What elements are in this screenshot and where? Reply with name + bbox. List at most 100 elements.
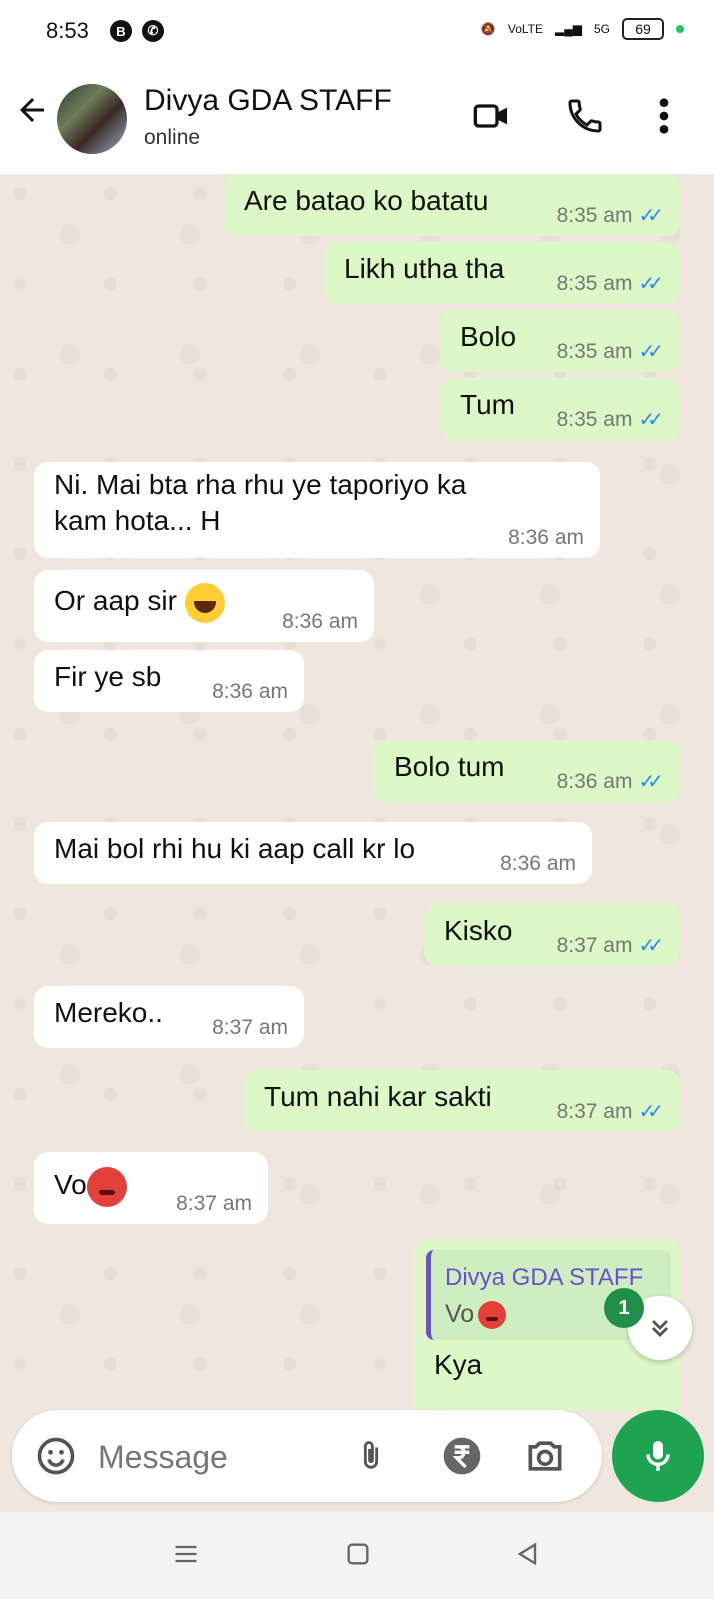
contact-name[interactable]: Divya GDA STAFF xyxy=(144,84,392,118)
message-meta: 8:36 am xyxy=(212,680,288,704)
back-triangle-icon[interactable] xyxy=(514,1540,542,1568)
message-text-row: Vo xyxy=(54,1166,127,1207)
b-app-icon: B xyxy=(110,20,132,42)
message-meta: 8:36 am xyxy=(282,610,358,634)
message-meta: 8:35 am ✓✓ xyxy=(557,407,664,432)
message-time: 8:36 am xyxy=(500,852,576,875)
voice-message-button[interactable] xyxy=(612,1410,704,1502)
message-bubble[interactable]: Are batao ko batatu 8:35 am ✓✓ xyxy=(224,174,680,236)
message-bubble[interactable]: Likh utha tha 8:35 am ✓✓ xyxy=(324,242,680,304)
system-status: 🔕 VoLTE ▂▄▆ 5G 69 xyxy=(481,18,684,40)
volte-label: VoLTE xyxy=(507,22,544,36)
reply-text: Vo xyxy=(445,1300,475,1328)
message-bubble[interactable]: Tum nahi kar sakti 8:37 am ✓✓ xyxy=(244,1070,680,1132)
message-meta: 8:35 am ✓✓ xyxy=(557,339,664,364)
video-call-icon[interactable] xyxy=(470,96,514,136)
message-text: Bolo xyxy=(460,321,517,352)
message-meta: 8:37 am ✓✓ xyxy=(557,933,664,958)
message-bubble[interactable]: Fir ye sb 8:36 am xyxy=(34,650,304,712)
avatar[interactable] xyxy=(57,84,127,154)
message-bubble[interactable]: Mai bol rhi hu ki aap call kr lo 8:36 am xyxy=(34,822,592,884)
double-tick-icon: ✓✓ xyxy=(638,341,663,363)
message-text: Fir ye sb xyxy=(54,661,162,692)
message-text: Kya xyxy=(434,1349,483,1380)
back-arrow-icon[interactable] xyxy=(14,92,50,128)
message-text: Vo xyxy=(54,1169,87,1200)
message-text: Kisko xyxy=(444,915,513,946)
message-bubble[interactable]: Vo 8:37 am xyxy=(34,1152,268,1224)
emoji-icon[interactable] xyxy=(34,1434,78,1478)
chat-area[interactable]: Are batao ko batatu 8:35 am ✓✓ Likh utha … xyxy=(0,174,714,1410)
message-time: 8:37 am xyxy=(556,933,633,957)
message-text: Tum xyxy=(460,389,515,420)
contact-status: online xyxy=(144,126,201,149)
message-text: Or aap sir xyxy=(54,585,177,616)
green-dot-indicator xyxy=(676,25,684,33)
message-bubble[interactable]: Mereko.. 8:37 am xyxy=(34,986,304,1048)
message-text: Are batao ko batatu xyxy=(244,185,489,216)
message-bubble[interactable]: Bolo tum 8:36 am ✓✓ xyxy=(374,740,680,802)
message-text-line2: kam hota... H xyxy=(54,505,221,536)
message-time: 8:37 am xyxy=(212,1016,288,1039)
message-bubble[interactable]: Bolo 8:35 am ✓✓ xyxy=(440,310,680,372)
chat-header: Divya GDA STAFF online xyxy=(0,62,714,174)
message-bubble[interactable]: Tum 8:35 am ✓✓ xyxy=(440,378,680,440)
notification-icons: B ✆ xyxy=(110,20,164,42)
network-label: 5G xyxy=(593,22,610,36)
double-tick-icon: ✓✓ xyxy=(638,771,663,793)
double-tick-icon: ✓✓ xyxy=(638,273,663,295)
angry-emoji-icon xyxy=(86,1166,127,1207)
message-composer xyxy=(12,1410,602,1502)
message-meta: 8:36 am ✓✓ xyxy=(557,769,664,794)
payment-rupee-icon[interactable] xyxy=(440,1434,484,1478)
laughing-emoji-icon xyxy=(184,582,225,623)
double-tick-icon: ✓✓ xyxy=(638,205,663,227)
message-meta: 8:36 am xyxy=(508,526,584,550)
message-input[interactable] xyxy=(96,1434,350,1480)
message-bubble[interactable]: Ni. Mai bta rha rhu ye taporiyo ka kam h… xyxy=(34,462,600,558)
reply-sender-name: Divya GDA STAFF xyxy=(445,1264,644,1291)
mic-icon xyxy=(646,1441,670,1471)
message-time: 8:36 am xyxy=(556,769,633,793)
double-tick-icon: ✓✓ xyxy=(638,935,663,957)
status-time: 8:53 xyxy=(46,18,89,43)
message-time: 8:35 am xyxy=(556,203,633,227)
voice-call-icon[interactable] xyxy=(565,96,605,136)
message-text-row: Or aap sir xyxy=(54,582,225,623)
home-square-icon[interactable] xyxy=(344,1540,372,1568)
system-nav-bar xyxy=(0,1512,714,1599)
message-time: 8:35 am xyxy=(556,407,633,431)
message-bubble[interactable]: Or aap sir 8:36 am xyxy=(34,570,374,642)
message-bubble[interactable]: Kisko 8:37 am ✓✓ xyxy=(424,904,680,966)
message-time: 8:37 am xyxy=(556,1099,633,1123)
reply-text-row: Vo xyxy=(445,1300,507,1329)
camera-icon[interactable] xyxy=(522,1434,568,1478)
double-chevron-down-icon xyxy=(652,1320,668,1337)
message-text-line1: Ni. Mai bta rha rhu ye taporiyo ka xyxy=(54,469,467,500)
message-text: Bolo tum xyxy=(394,751,505,782)
message-text: Mai bol rhi hu ki aap call kr lo xyxy=(54,833,416,864)
message-time: 8:35 am xyxy=(556,271,633,295)
message-meta: 8:35 am ✓✓ xyxy=(557,271,664,296)
battery-icon: 69 xyxy=(622,18,664,40)
attach-icon[interactable] xyxy=(354,1432,388,1480)
more-options-icon[interactable] xyxy=(656,96,672,136)
message-text: Tum nahi kar sakti xyxy=(264,1081,492,1112)
status-bar: 8:53 B ✆ 🔕 VoLTE ▂▄▆ 5G 69 xyxy=(0,0,714,62)
angry-emoji-icon xyxy=(478,1300,507,1329)
message-time: 8:37 am xyxy=(176,1192,252,1215)
mute-icon: 🔕 xyxy=(480,22,496,36)
unread-count-badge: 1 xyxy=(604,1288,644,1328)
message-time: 8:36 am xyxy=(508,526,584,549)
menu-icon[interactable] xyxy=(172,1540,200,1568)
message-meta: 8:35 am ✓✓ xyxy=(557,203,664,228)
message-meta: 8:37 am xyxy=(212,1016,288,1040)
double-tick-icon: ✓✓ xyxy=(638,1101,663,1123)
message-time: 8:36 am xyxy=(212,680,288,703)
message-text: Likh utha tha xyxy=(344,253,505,284)
message-meta: 8:37 am ✓✓ xyxy=(557,1099,664,1124)
message-time: 8:35 am xyxy=(556,339,633,363)
message-text: Mereko.. xyxy=(54,997,163,1028)
message-meta: 8:36 am xyxy=(500,852,576,876)
message-time: 8:36 am xyxy=(282,610,358,633)
